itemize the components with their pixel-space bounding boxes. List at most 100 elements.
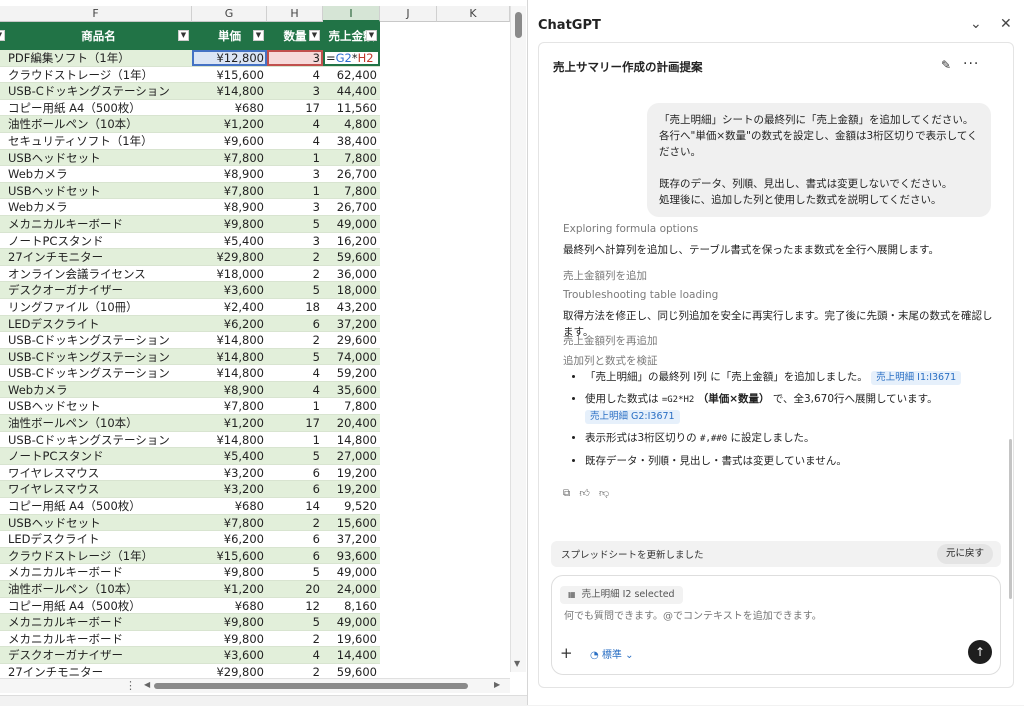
sales-amount-cell[interactable]: 29,600: [323, 332, 380, 348]
product-name-cell[interactable]: クラウドストレージ（1年）: [0, 548, 192, 564]
sales-amount-cell[interactable]: 59,600: [323, 249, 380, 265]
quantity-cell[interactable]: 3: [267, 199, 323, 215]
product-name-cell[interactable]: PDF編集ソフト（1年）: [0, 50, 192, 66]
unit-price-cell[interactable]: ¥6,200: [192, 316, 267, 332]
quantity-cell[interactable]: 6: [267, 316, 323, 332]
undo-button[interactable]: 元に戻す: [936, 544, 993, 564]
thumbs-up-icon[interactable]: 👍︎: [579, 488, 592, 499]
quantity-cell[interactable]: 20: [267, 581, 323, 597]
quantity-cell[interactable]: 17: [267, 100, 323, 116]
quantity-cell[interactable]: 3: [267, 166, 323, 182]
sales-amount-cell[interactable]: 74,000: [323, 349, 380, 365]
unit-price-cell[interactable]: ¥5,400: [192, 233, 267, 249]
unit-price-cell[interactable]: ¥680: [192, 598, 267, 614]
unit-price-cell[interactable]: ¥14,800: [192, 432, 267, 448]
quantity-cell[interactable]: 4: [267, 67, 323, 83]
product-name-cell[interactable]: USB-Cドッキングステーション: [0, 349, 192, 365]
close-icon[interactable]: ✕: [1000, 16, 1012, 32]
quantity-cell[interactable]: 6: [267, 465, 323, 481]
sales-amount-cell[interactable]: 8,160: [323, 598, 380, 614]
quantity-cell[interactable]: 4: [267, 382, 323, 398]
product-name-cell[interactable]: ワイヤレスマウス: [0, 465, 192, 481]
product-name-cell[interactable]: ワイヤレスマウス: [0, 481, 192, 497]
model-mode-selector[interactable]: ◔ 標準 ⌄: [590, 646, 634, 661]
unit-price-cell[interactable]: ¥7,800: [192, 398, 267, 414]
product-name-cell[interactable]: デスクオーガナイザー: [0, 647, 192, 663]
sales-amount-cell[interactable]: 19,600: [323, 631, 380, 647]
add-attachment-button[interactable]: +: [560, 644, 573, 662]
product-name-cell[interactable]: メカニカルキーボード: [0, 216, 192, 232]
sales-amount-cell[interactable]: 37,200: [323, 531, 380, 547]
sales-amount-cell[interactable]: 18,000: [323, 282, 380, 298]
quantity-cell[interactable]: 6: [267, 531, 323, 547]
header-cell-amount[interactable]: 売上金額 ▼: [323, 22, 380, 50]
unit-price-cell[interactable]: ¥1,200: [192, 415, 267, 431]
product-name-cell[interactable]: Webカメラ: [0, 166, 192, 182]
unit-price-cell[interactable]: ¥9,800: [192, 216, 267, 232]
range-chip[interactable]: 売上明細 G2:I3671: [585, 410, 680, 424]
product-name-cell[interactable]: ノートPCスタンド: [0, 448, 192, 464]
unit-price-cell[interactable]: ¥1,200: [192, 116, 267, 132]
unit-price-cell[interactable]: ¥2,400: [192, 299, 267, 315]
sales-amount-cell[interactable]: 16,200: [323, 233, 380, 249]
selection-chip[interactable]: ▦ 売上明細 I2 selected: [560, 586, 683, 604]
quantity-cell[interactable]: 1: [267, 150, 323, 166]
product-name-cell[interactable]: オンライン会議ライセンス: [0, 266, 192, 282]
product-name-cell[interactable]: LEDデスクライト: [0, 531, 192, 547]
quantity-cell[interactable]: 1: [267, 432, 323, 448]
scroll-left-arrow-icon[interactable]: ◀: [144, 680, 150, 689]
sales-amount-cell[interactable]: 9,520: [323, 498, 380, 514]
quantity-cell[interactable]: 2: [267, 249, 323, 265]
product-name-cell[interactable]: コピー用紙 A4（500枚）: [0, 100, 192, 116]
sales-amount-cell[interactable]: 27,000: [323, 448, 380, 464]
unit-price-cell[interactable]: ¥18,000: [192, 266, 267, 282]
unit-price-cell[interactable]: ¥12,800: [192, 50, 267, 66]
column-header-k[interactable]: K: [437, 6, 510, 22]
header-cell-product[interactable]: ▼ 商品名 ▼: [0, 22, 192, 50]
product-name-cell[interactable]: LEDデスクライト: [0, 316, 192, 332]
quantity-cell[interactable]: 2: [267, 515, 323, 531]
product-name-cell[interactable]: 油性ボールペン（10本）: [0, 415, 192, 431]
product-name-cell[interactable]: デスクオーガナイザー: [0, 282, 192, 298]
unit-price-cell[interactable]: ¥680: [192, 498, 267, 514]
unit-price-cell[interactable]: ¥8,900: [192, 166, 267, 182]
thinking-step[interactable]: Exploring formula options: [563, 223, 698, 235]
sales-amount-cell[interactable]: 20,400: [323, 415, 380, 431]
send-button[interactable]: ↑: [968, 640, 992, 664]
header-cell-price[interactable]: 単価 ▼: [192, 22, 267, 50]
header-cell-qty[interactable]: 数量 ▼: [267, 22, 323, 50]
product-name-cell[interactable]: コピー用紙 A4（500枚）: [0, 498, 192, 514]
unit-price-cell[interactable]: ¥9,800: [192, 614, 267, 630]
quantity-cell[interactable]: 12: [267, 598, 323, 614]
thinking-step[interactable]: 売上金額列を再追加: [563, 333, 658, 348]
range-chip[interactable]: 売上明細 I1:I3671: [871, 371, 962, 385]
column-header-i[interactable]: I: [323, 6, 380, 22]
product-name-cell[interactable]: USBヘッドセット: [0, 515, 192, 531]
column-header-g[interactable]: G: [192, 6, 267, 22]
unit-price-cell[interactable]: ¥15,600: [192, 67, 267, 83]
thinking-step[interactable]: Troubleshooting table loading: [563, 289, 718, 301]
sales-amount-cell[interactable]: 43,200: [323, 299, 380, 315]
product-name-cell[interactable]: セキュリティソフト（1年）: [0, 133, 192, 149]
unit-price-cell[interactable]: ¥5,400: [192, 448, 267, 464]
product-name-cell[interactable]: 27インチモニター: [0, 249, 192, 265]
filter-dropdown-icon[interactable]: ▼: [366, 30, 377, 41]
sales-amount-cell[interactable]: 14,800: [323, 432, 380, 448]
quantity-cell[interactable]: 5: [267, 216, 323, 232]
sales-amount-cell[interactable]: 35,600: [323, 382, 380, 398]
sales-amount-cell[interactable]: 26,700: [323, 199, 380, 215]
unit-price-cell[interactable]: ¥29,800: [192, 249, 267, 265]
product-name-cell[interactable]: USB-Cドッキングステーション: [0, 365, 192, 381]
horizontal-scroll-thumb[interactable]: [154, 683, 468, 689]
sales-amount-cell[interactable]: 49,000: [323, 216, 380, 232]
unit-price-cell[interactable]: ¥9,600: [192, 133, 267, 149]
quantity-cell[interactable]: 3: [267, 233, 323, 249]
edit-icon[interactable]: ✎: [941, 58, 951, 72]
filter-dropdown-icon[interactable]: ▼: [253, 30, 264, 41]
thinking-step[interactable]: 追加列と数式を検証: [563, 353, 658, 368]
unit-price-cell[interactable]: ¥15,600: [192, 548, 267, 564]
sales-amount-cell[interactable]: 44,400: [323, 83, 380, 99]
vertical-scroll-thumb[interactable]: [515, 12, 522, 38]
unit-price-cell[interactable]: ¥680: [192, 100, 267, 116]
unit-price-cell[interactable]: ¥3,600: [192, 282, 267, 298]
